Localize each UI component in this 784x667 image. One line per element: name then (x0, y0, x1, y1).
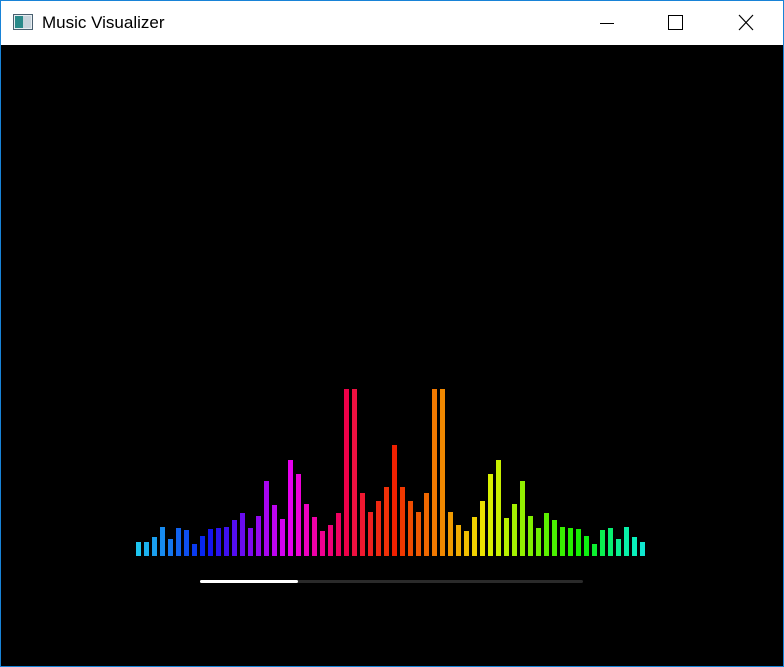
spectrum-bar (240, 513, 245, 556)
spectrum-bar (416, 512, 421, 556)
spectrum-bar (368, 512, 373, 556)
spectrum-bar (184, 530, 189, 556)
spectrum-bar (336, 513, 341, 556)
spectrum-bar (488, 474, 493, 556)
spectrum-bar (392, 445, 397, 556)
spectrum-bar (208, 529, 213, 556)
spectrum-bar (536, 528, 541, 556)
spectrum-bar (504, 518, 509, 556)
spectrum-bar (576, 529, 581, 556)
spectrum-bar (360, 493, 365, 556)
spectrum-bar (448, 512, 453, 556)
spectrum-bar (136, 542, 141, 556)
spectrum-bar (480, 501, 485, 556)
spectrum-bar (376, 501, 381, 556)
spectrum-bars (136, 389, 645, 556)
spectrum-bar (304, 504, 309, 556)
spectrum-bar (568, 528, 573, 556)
spectrum-bar (400, 487, 405, 556)
window-app-icon (13, 14, 33, 30)
spectrum-bar (560, 527, 565, 556)
spectrum-bar (520, 481, 525, 556)
spectrum-bar (552, 520, 557, 556)
close-icon (738, 14, 754, 31)
spectrum-bar (624, 527, 629, 556)
maximize-icon (668, 15, 683, 30)
spectrum-bar (256, 516, 261, 556)
app-window: Music Visualizer (0, 0, 784, 667)
spectrum-bar (632, 537, 637, 556)
spectrum-bar (544, 513, 549, 556)
spectrum-bar (472, 517, 477, 556)
spectrum-bar (384, 487, 389, 556)
spectrum-bar (232, 520, 237, 556)
spectrum-bar (616, 539, 621, 556)
maximize-button[interactable] (653, 1, 699, 45)
progress-fill (200, 580, 298, 583)
spectrum-bar (584, 536, 589, 556)
spectrum-bar (192, 544, 197, 556)
spectrum-bar (344, 389, 349, 556)
spectrum-bar (440, 389, 445, 556)
spectrum-bar (160, 527, 165, 556)
spectrum-bar (464, 531, 469, 556)
spectrum-bar (216, 528, 221, 556)
spectrum-bar (600, 530, 605, 556)
close-button[interactable] (723, 1, 769, 45)
spectrum-bar (608, 528, 613, 556)
spectrum-bar (592, 544, 597, 556)
spectrum-bar (176, 528, 181, 556)
visualizer-canvas (1, 45, 783, 666)
spectrum-bar (352, 389, 357, 556)
spectrum-bar (432, 389, 437, 556)
spectrum-bar (296, 474, 301, 556)
spectrum-bar (640, 542, 645, 556)
spectrum-bar (408, 501, 413, 556)
spectrum-bar (312, 517, 317, 556)
spectrum-bar (280, 519, 285, 556)
spectrum-bar (424, 493, 429, 556)
spectrum-bar (272, 505, 277, 556)
spectrum-bar (456, 525, 461, 556)
spectrum-bar (200, 536, 205, 556)
spectrum-bar (224, 527, 229, 556)
spectrum-bar (248, 528, 253, 556)
spectrum-bar (328, 525, 333, 556)
title-bar[interactable]: Music Visualizer (1, 1, 783, 45)
spectrum-bar (496, 460, 501, 556)
spectrum-bar (168, 539, 173, 556)
minimize-icon (600, 23, 614, 24)
spectrum-visualizer (136, 389, 645, 583)
spectrum-bar (264, 481, 269, 556)
spectrum-bar (528, 516, 533, 556)
minimize-button[interactable] (586, 1, 632, 45)
spectrum-bar (320, 531, 325, 556)
spectrum-bar (512, 504, 517, 556)
spectrum-bar (144, 542, 149, 556)
spectrum-bar (152, 537, 157, 556)
window-title: Music Visualizer (42, 13, 165, 32)
spectrum-bar (288, 460, 293, 556)
